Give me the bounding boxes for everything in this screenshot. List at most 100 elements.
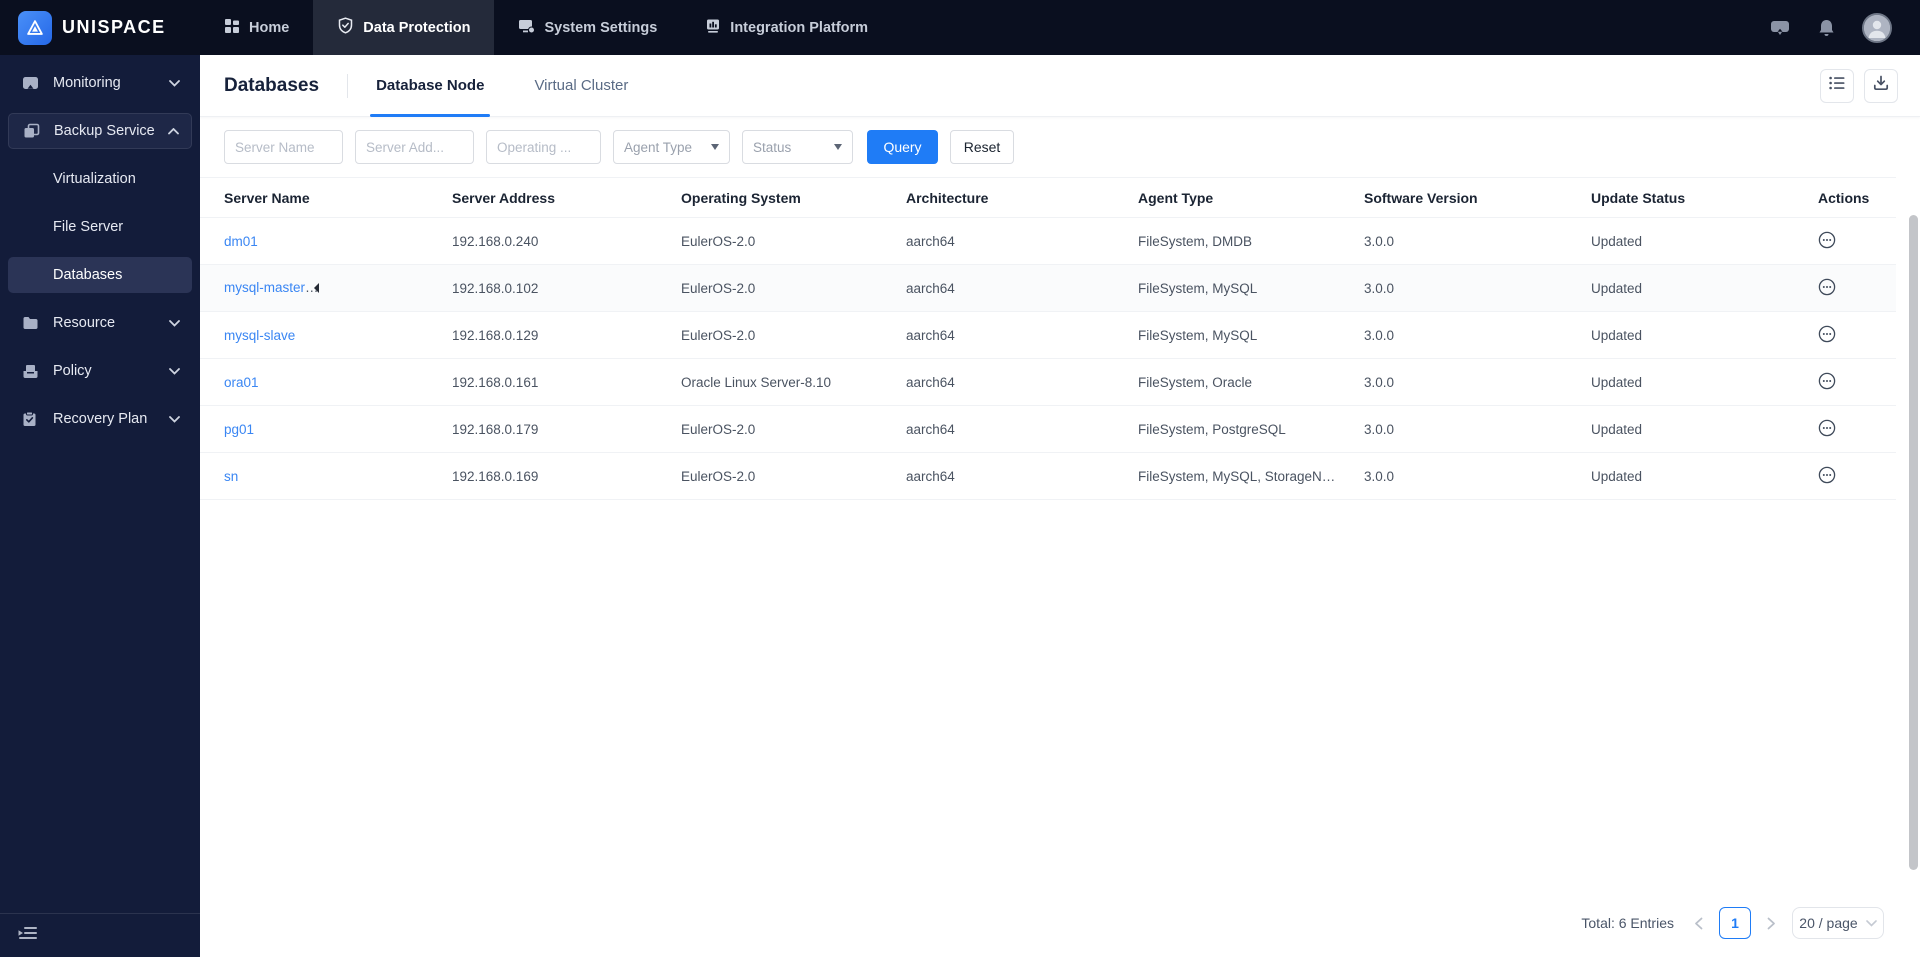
table-cell: Updated — [1567, 311, 1794, 359]
table-cell: FileSystem, Oracle — [1114, 358, 1340, 406]
table-cell: aarch64 — [882, 358, 1114, 406]
server-name-link[interactable]: mysql-slave — [224, 328, 295, 343]
table-cell: Updated — [1567, 217, 1794, 265]
tooltip: mysql-master — [319, 273, 428, 303]
table-cell: aarch64 — [882, 311, 1114, 359]
agent-type-select[interactable]: Agent Type — [613, 130, 730, 164]
table-cell: 3.0.0 — [1340, 264, 1567, 312]
topnav-label: System Settings — [544, 19, 658, 36]
select-placeholder: Agent Type — [624, 139, 693, 155]
page-number-button[interactable]: 1 — [1719, 907, 1751, 939]
collapse-sidebar-icon[interactable] — [18, 925, 38, 946]
filter-bar: Agent Type Status Query Reset — [200, 117, 1920, 177]
grid-icon — [224, 18, 240, 38]
server-name-link[interactable]: mysql-master — [224, 280, 319, 295]
table-cell: 192.168.0.240 — [428, 217, 657, 265]
chevron-down-icon — [169, 79, 180, 87]
server-name-link[interactable]: pg01 — [224, 422, 254, 437]
top-bar: UNISPACE Home Data Protection System Set… — [0, 0, 1920, 55]
table-row: ora01 192.168.0.161 Oracle Linux Server-8.… — [200, 358, 1896, 406]
page-size-select[interactable]: 20 / page — [1792, 907, 1884, 939]
status-select[interactable]: Status — [742, 130, 853, 164]
more-actions-icon[interactable] — [1818, 466, 1836, 484]
column-header: Server Address — [428, 177, 657, 218]
table-cell: EulerOS-2.0 — [657, 311, 882, 359]
reset-button[interactable]: Reset — [950, 130, 1014, 164]
table-cell: Updated — [1567, 405, 1794, 453]
server-name-link[interactable]: sn — [224, 469, 238, 484]
actions-cell — [1794, 452, 1896, 500]
topnav-item-home[interactable]: Home — [200, 0, 313, 55]
table-row: mysql-master mysql-master 192.168.0.102 Eul… — [200, 264, 1896, 312]
more-actions-icon[interactable] — [1818, 325, 1836, 343]
actions-cell — [1794, 217, 1896, 265]
sidebar-item-monitoring[interactable]: Monitoring — [8, 65, 192, 101]
vertical-scrollbar[interactable] — [1909, 215, 1918, 870]
column-header: Operating System — [657, 177, 882, 218]
column-header: Update Status — [1567, 177, 1794, 218]
server-name-link[interactable]: dm01 — [224, 234, 258, 249]
table-cell: EulerOS-2.0 — [657, 217, 882, 265]
table-cell: EulerOS-2.0 — [657, 452, 882, 500]
table-cell: 192.168.0.102 — [428, 264, 657, 312]
column-settings-button[interactable] — [1820, 68, 1854, 103]
topnav-item-system-settings[interactable]: System Settings — [494, 0, 681, 55]
list-icon — [1829, 76, 1845, 95]
sidebar-label: File Server — [53, 219, 124, 235]
chevron-down-icon — [169, 367, 180, 375]
table-row: sn 192.168.0.169 EulerOS-2.0 aarch64 FileSys… — [200, 452, 1896, 500]
tab-virtual-cluster[interactable]: Virtual Cluster — [532, 55, 630, 117]
sidebar-item-resource[interactable]: Resource — [8, 305, 192, 341]
sidebar-label: Recovery Plan — [53, 411, 148, 427]
table-cell: 192.168.0.169 — [428, 452, 657, 500]
table-container: Server Name Server Address Operating Sys… — [200, 177, 1920, 500]
column-header: Actions — [1794, 177, 1896, 218]
shield-icon — [337, 17, 354, 38]
topnav-item-data-protection[interactable]: Data Protection — [313, 0, 495, 55]
sidebar-item-file-server[interactable]: File Server — [8, 209, 192, 245]
message-icon[interactable] — [1769, 18, 1791, 38]
more-actions-icon[interactable] — [1818, 419, 1836, 437]
chevron-down-icon — [169, 415, 180, 423]
folder-icon — [22, 316, 40, 330]
pagination-total: Total: 6 Entries — [1581, 915, 1674, 931]
table-cell: FileSystem, PostgreSQL — [1114, 405, 1340, 453]
table-cell: FileSystem, MySQL — [1114, 311, 1340, 359]
download-button[interactable] — [1864, 68, 1898, 103]
user-avatar[interactable] — [1862, 12, 1892, 43]
topnav-label: Data Protection — [363, 19, 471, 36]
sidebar-label: Monitoring — [53, 75, 121, 91]
backup-service-icon — [23, 123, 41, 139]
more-actions-icon[interactable] — [1818, 231, 1836, 249]
operating-system-input[interactable] — [486, 130, 601, 164]
clipboard-check-icon — [22, 411, 40, 427]
query-button[interactable]: Query — [867, 130, 938, 164]
tab-database-node[interactable]: Database Node — [370, 55, 491, 117]
more-actions-icon[interactable] — [1818, 372, 1836, 390]
sidebar-item-backup-service[interactable]: Backup Service — [8, 113, 192, 149]
sidebar-item-virtualization[interactable]: Virtualization — [8, 161, 192, 197]
topnav-item-integration-platform[interactable]: Integration Platform — [681, 0, 892, 55]
server-address-input[interactable] — [355, 130, 474, 164]
topnav-label: Integration Platform — [730, 19, 869, 36]
sidebar-item-policy[interactable]: Policy — [8, 353, 192, 389]
sidebar-item-recovery-plan[interactable]: Recovery Plan — [8, 401, 192, 437]
table-cell: FileSystem, DMDB — [1114, 217, 1340, 265]
bell-icon[interactable] — [1817, 18, 1836, 38]
server-name-cell: sn — [200, 452, 428, 500]
unispace-logo-icon — [18, 10, 52, 45]
table-cell: aarch64 — [882, 405, 1114, 453]
table-cell: 3.0.0 — [1340, 311, 1567, 359]
table-cell: Updated — [1567, 452, 1794, 500]
sidebar-item-databases[interactable]: Databases — [8, 257, 192, 293]
tab-bar: Database Node Virtual Cluster — [370, 55, 676, 117]
table-row: dm01 192.168.0.240 EulerOS-2.0 aarch64 FileS… — [200, 217, 1896, 265]
table-cell: aarch64 — [882, 452, 1114, 500]
server-name-input[interactable] — [224, 130, 343, 164]
more-actions-icon[interactable] — [1818, 278, 1836, 296]
server-name-link[interactable]: ora01 — [224, 375, 259, 390]
divider — [347, 73, 349, 98]
page-title: Databases — [224, 74, 320, 96]
next-page-icon[interactable] — [1765, 917, 1778, 930]
previous-page-icon[interactable] — [1692, 917, 1705, 930]
